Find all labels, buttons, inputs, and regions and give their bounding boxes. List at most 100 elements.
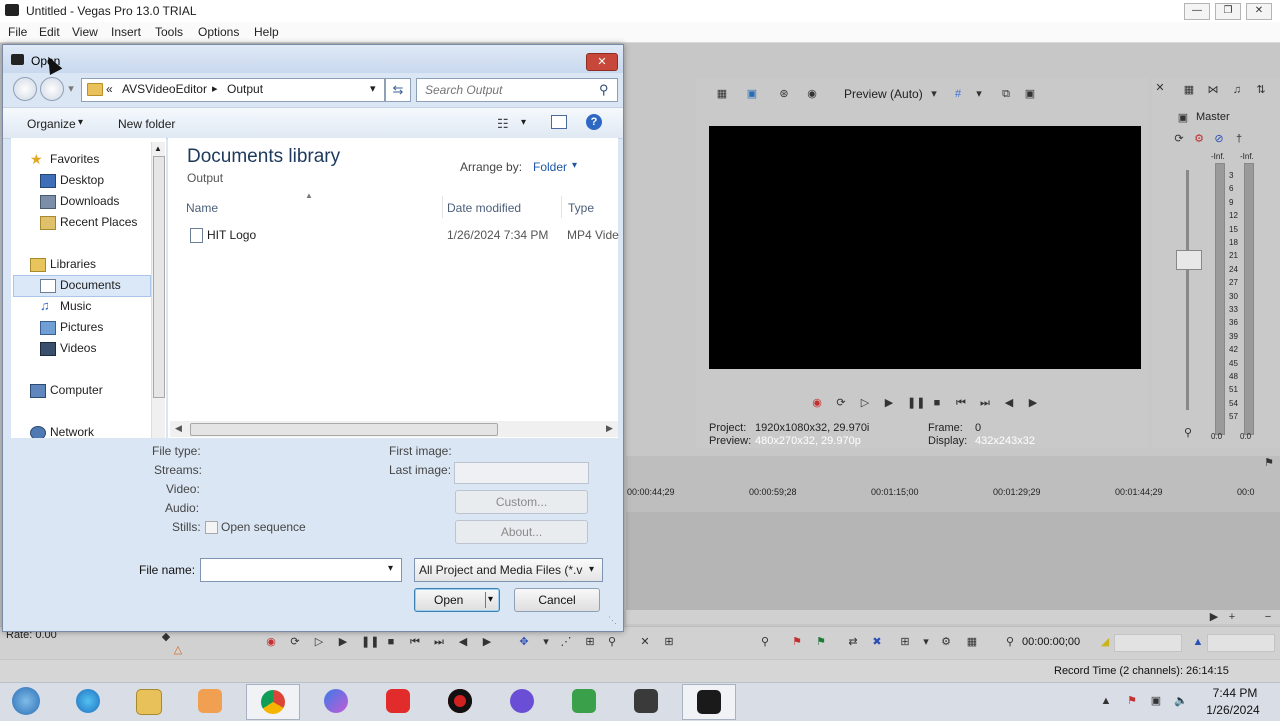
view-options-icon[interactable]: ☷ (497, 116, 509, 132)
nav-downloads[interactable]: Downloads (60, 194, 119, 208)
chevron-down-icon[interactable]: ▾ (928, 88, 940, 100)
previous-frame-icon[interactable]: ◀ (1003, 397, 1015, 409)
region-icon[interactable]: ⚑ (815, 636, 827, 648)
resize-grip-icon[interactable]: ⋱ (608, 615, 617, 626)
go-to-start-icon[interactable]: ⏮ (955, 397, 967, 409)
timeline-ruler[interactable] (626, 456, 1280, 512)
preview-pane-icon[interactable] (551, 115, 567, 129)
preview-settings-icon[interactable]: ▦ (716, 88, 728, 100)
trim-icon[interactable]: ⊞ (663, 636, 675, 648)
taskbar-video-editor[interactable] (620, 684, 672, 718)
nav-desktop[interactable]: Desktop (60, 173, 104, 187)
selection-start-field[interactable] (1114, 634, 1182, 652)
search-icon[interactable]: ⚲ (599, 82, 609, 98)
zoom-out-icon[interactable]: − (1262, 611, 1274, 623)
nav-recent-places[interactable]: Recent Places (60, 215, 137, 229)
nav-network[interactable]: Network (50, 425, 94, 439)
menu-file[interactable]: File (8, 25, 27, 39)
nav-videos[interactable]: Videos (60, 341, 96, 355)
lock-envelopes-icon[interactable]: ⚙ (940, 636, 952, 648)
chevron-down-icon[interactable]: ▾ (920, 636, 932, 648)
cursor-timecode[interactable]: 00:00:00;00 (1022, 636, 1080, 648)
meter-options-icon[interactable]: ⇅ (1255, 84, 1267, 96)
chevron-down-icon[interactable]: ▾ (589, 559, 594, 581)
taskbar-edge[interactable] (62, 684, 114, 718)
save-snapshot-icon[interactable]: ▣ (1024, 88, 1036, 100)
next-frame-icon[interactable]: ▶ (481, 636, 493, 648)
selection-length-field[interactable] (1207, 634, 1275, 652)
mixer-settings-icon[interactable]: ▦ (1183, 84, 1195, 96)
clock-time[interactable]: 7:44 PM (1207, 686, 1263, 700)
close-icon[interactable]: ✕ (1154, 82, 1166, 94)
about-button[interactable]: About... (455, 520, 588, 544)
organize-button[interactable]: Organize (27, 117, 76, 131)
monitor-icon[interactable]: ▣ (746, 88, 758, 100)
chevron-down-icon[interactable]: ▾ (572, 160, 577, 171)
file-type-select[interactable]: All Project and Media Files (*.ve ▾ (414, 558, 603, 582)
chevron-down-icon[interactable]: ▾ (521, 117, 526, 128)
ripple-edit-icon[interactable]: ⇄ (847, 636, 859, 648)
network-icon[interactable]: ▣ (1150, 695, 1162, 707)
zoom-tool-icon[interactable]: ⚲ (606, 636, 618, 648)
chevron-down-icon[interactable]: ▾ (488, 589, 493, 611)
taskbar-youtube[interactable] (372, 684, 424, 718)
chevron-down-icon[interactable]: ▾ (388, 563, 393, 574)
nav-music[interactable]: Music (60, 299, 91, 313)
record-icon[interactable]: ◉ (811, 397, 823, 409)
overlay-icon[interactable]: ◉ (806, 88, 818, 100)
file-name[interactable]: HIT Logo (207, 228, 256, 242)
navigation-scrollbar[interactable]: ▲ (151, 142, 165, 438)
marker-icon[interactable]: ⚑ (1263, 457, 1275, 469)
breadcrumb-output[interactable]: Output (227, 82, 263, 96)
close-window-button[interactable]: ✕ (1246, 3, 1272, 20)
chevron-down-icon[interactable]: ▾ (78, 117, 83, 128)
record-icon[interactable]: ◉ (265, 636, 277, 648)
speaker-icon[interactable]: ♫ (1231, 84, 1243, 96)
play-from-start-icon[interactable]: ▷ (859, 397, 871, 409)
restore-button[interactable]: ❐ (1215, 3, 1241, 20)
taskbar-vegas[interactable] (682, 684, 736, 720)
search-input[interactable] (423, 82, 597, 98)
zoom-in-icon[interactable]: + (1226, 611, 1238, 623)
taskbar-explorer[interactable] (122, 684, 174, 718)
automation-icon[interactable]: ⚙ (1193, 133, 1205, 145)
help-icon[interactable]: ? (586, 114, 602, 130)
next-frame-icon[interactable]: ▶ (1027, 397, 1039, 409)
chevron-down-icon[interactable]: ▾ (540, 636, 552, 648)
menu-view[interactable]: View (72, 25, 98, 39)
custom-button[interactable]: Custom... (455, 490, 588, 514)
scroll-up-icon[interactable]: ▲ (154, 144, 162, 153)
column-divider[interactable] (561, 196, 562, 218)
nav-libraries[interactable]: Libraries (50, 257, 96, 271)
lock-icon[interactable]: ⚲ (1182, 427, 1194, 439)
taskbar-converter[interactable] (558, 684, 610, 718)
menu-options[interactable]: Options (198, 25, 239, 39)
go-to-start-icon[interactable]: ⏮ (409, 636, 421, 648)
preview-quality-label[interactable]: Preview (Auto) (844, 87, 923, 101)
taskbar-recorder[interactable] (434, 684, 486, 718)
previous-frame-icon[interactable]: ◀ (457, 636, 469, 648)
play-icon[interactable]: ▶ (337, 636, 349, 648)
scroll-right-icon[interactable]: ▶ (606, 423, 613, 434)
menu-insert[interactable]: Insert (111, 25, 141, 39)
recent-locations-icon[interactable]: ▾ (65, 83, 77, 95)
downmix-icon[interactable]: ⋈ (1207, 84, 1219, 96)
open-button[interactable]: Open ▾ (414, 588, 500, 612)
breadcrumb-overflow[interactable]: « (106, 82, 113, 96)
grid-icon[interactable]: # (952, 88, 964, 100)
cancel-button[interactable]: Cancel (514, 588, 600, 612)
clock-date[interactable]: 1/26/2024 (1202, 703, 1264, 717)
master-fader-handle[interactable] (1176, 250, 1202, 270)
solo-icon[interactable]: † (1233, 133, 1245, 145)
arrange-by-dropdown[interactable]: Folder (533, 160, 567, 174)
hscroll-thumb[interactable] (190, 423, 498, 436)
start-button[interactable] (6, 684, 46, 718)
column-divider[interactable] (442, 196, 443, 218)
forward-button[interactable] (40, 77, 64, 101)
file-name-input[interactable] (205, 562, 384, 578)
marker-icon[interactable]: ⚑ (791, 636, 803, 648)
open-sequence-checkbox[interactable] (205, 521, 218, 534)
snap-icon[interactable]: ⊞ (899, 636, 911, 648)
refresh-button[interactable]: ⇆ (385, 78, 411, 102)
stop-icon[interactable]: ■ (931, 397, 943, 409)
